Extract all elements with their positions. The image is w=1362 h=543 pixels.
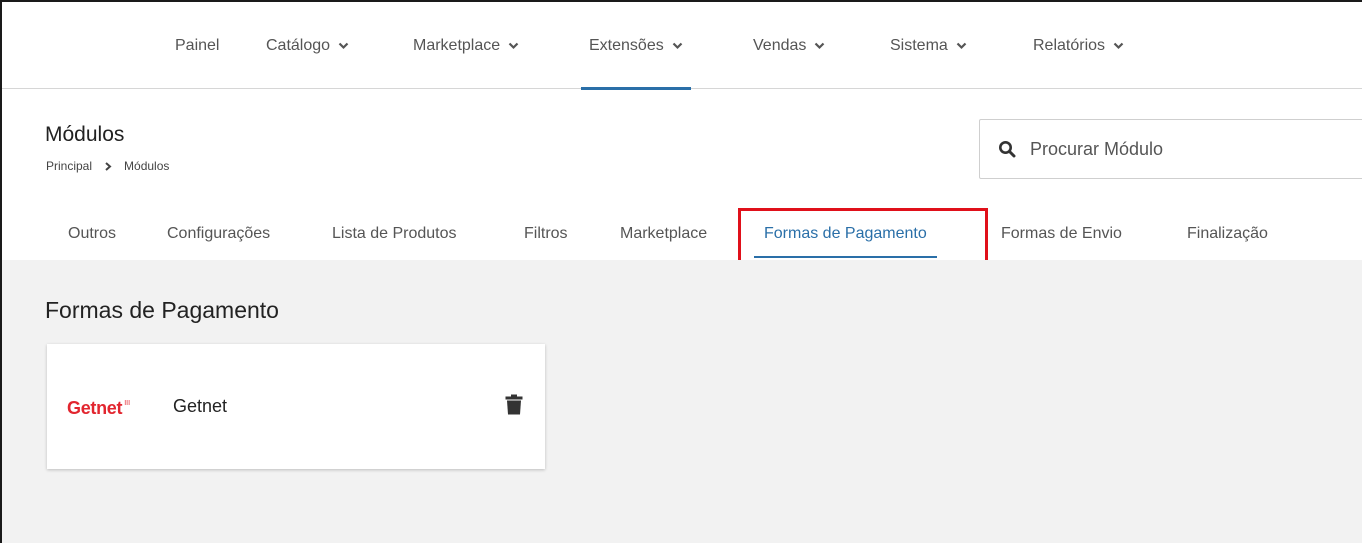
- module-tabs: Outros Configurações Lista de Produtos F…: [2, 207, 1362, 260]
- search-icon: [998, 140, 1016, 158]
- tab-label: Formas de Pagamento: [764, 224, 927, 242]
- nav-item-marketplace[interactable]: Marketplace: [413, 2, 519, 89]
- section-title: Formas de Pagamento: [45, 297, 279, 323]
- nav-item-label: Extensões: [589, 36, 664, 54]
- nav-item-label: Catálogo: [266, 36, 331, 54]
- nav-item-label: Marketplace: [413, 36, 501, 54]
- chevron-down-icon: [508, 42, 519, 50]
- chevron-down-icon: [956, 42, 967, 50]
- tab-label: Finalização: [1187, 224, 1268, 242]
- module-card-getnet[interactable]: Getnet III Getnet: [47, 344, 545, 469]
- breadcrumb-link-principal[interactable]: Principal: [46, 159, 92, 173]
- tab-label: Configurações: [167, 224, 271, 242]
- logo-mark: III: [124, 400, 131, 407]
- tab-label: Lista de Produtos: [332, 224, 457, 242]
- nav-item-label: Painel: [175, 36, 220, 54]
- tab-formas-de-envio[interactable]: Formas de Envio: [1001, 207, 1122, 260]
- tab-label: Outros: [68, 224, 117, 242]
- nav-item-painel[interactable]: Painel: [175, 2, 219, 89]
- breadcrumb: Principal Módulos: [46, 159, 169, 173]
- nav-item-relatorios[interactable]: Relatórios: [1033, 2, 1124, 89]
- tab-formas-de-pagamento[interactable]: Formas de Pagamento: [754, 207, 937, 260]
- search-box[interactable]: [979, 119, 1362, 179]
- nav-item-catalogo[interactable]: Catálogo: [266, 2, 349, 89]
- nav-item-vendas[interactable]: Vendas: [753, 2, 825, 89]
- chevron-down-icon: [672, 42, 683, 50]
- tab-configuracoes[interactable]: Configurações: [167, 207, 270, 260]
- chevron-down-icon: [814, 42, 825, 50]
- content-area: Formas de Pagamento Getnet III Getnet: [2, 260, 1362, 543]
- nav-item-label: Relatórios: [1033, 36, 1106, 54]
- tab-filtros[interactable]: Filtros: [524, 207, 568, 260]
- nav-item-sistema[interactable]: Sistema: [890, 2, 967, 89]
- nav-item-extensoes[interactable]: Extensões: [581, 2, 691, 90]
- page-title: Módulos: [45, 123, 125, 146]
- search-input[interactable]: [1030, 138, 1330, 160]
- getnet-logo: Getnet III: [67, 398, 130, 419]
- breadcrumb-current: Módulos: [124, 159, 170, 173]
- tab-outros[interactable]: Outros: [68, 207, 116, 260]
- trash-icon[interactable]: [505, 394, 523, 415]
- module-name: Getnet: [173, 396, 228, 416]
- active-tab-indicator: [754, 256, 937, 258]
- tab-finalizacao[interactable]: Finalização: [1187, 207, 1268, 260]
- tab-lista-de-produtos[interactable]: Lista de Produtos: [332, 207, 457, 260]
- tab-label: Formas de Envio: [1001, 224, 1122, 242]
- tab-label: Filtros: [524, 224, 568, 242]
- chevron-right-icon: [104, 161, 112, 171]
- app-window: Painel Catálogo Marketplace Extensões Ve…: [0, 0, 1362, 543]
- nav-item-label: Sistema: [890, 36, 948, 54]
- nav-item-label: Vendas: [753, 36, 807, 54]
- tab-label: Marketplace: [620, 224, 708, 242]
- top-navigation: Painel Catálogo Marketplace Extensões Ve…: [2, 2, 1362, 90]
- tab-marketplace[interactable]: Marketplace: [620, 207, 707, 260]
- chevron-down-icon: [1113, 42, 1124, 50]
- chevron-down-icon: [338, 42, 349, 50]
- logo-text: Getnet: [67, 398, 123, 418]
